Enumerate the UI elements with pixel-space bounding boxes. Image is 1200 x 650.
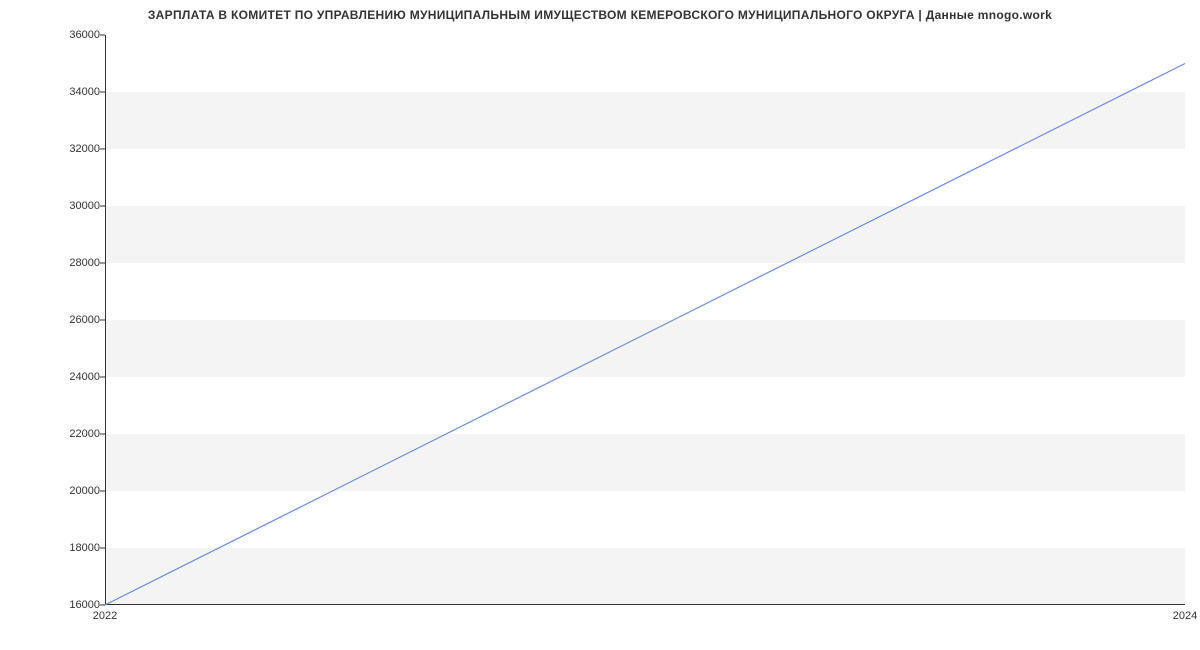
y-axis-tick-label: 24000: [40, 371, 100, 383]
y-axis-tick-label: 22000: [40, 428, 100, 440]
y-axis-tick-label: 34000: [40, 86, 100, 98]
y-axis-tick-label: 32000: [40, 143, 100, 155]
y-axis-tick-mark: [100, 548, 105, 549]
chart-container: ЗАРПЛАТА В КОМИТЕТ ПО УПРАВЛЕНИЮ МУНИЦИП…: [0, 0, 1200, 650]
y-axis-tick-mark: [100, 206, 105, 207]
line-series: [105, 64, 1185, 606]
y-axis-tick-label: 16000: [40, 599, 100, 611]
y-axis-tick-label: 30000: [40, 200, 100, 212]
chart-title: ЗАРПЛАТА В КОМИТЕТ ПО УПРАВЛЕНИЮ МУНИЦИП…: [0, 8, 1200, 22]
y-axis-tick-mark: [100, 263, 105, 264]
y-axis-tick-label: 26000: [40, 314, 100, 326]
y-axis-tick-label: 36000: [40, 29, 100, 41]
y-axis-tick-label: 28000: [40, 257, 100, 269]
y-axis-tick-mark: [100, 149, 105, 150]
x-axis-tick-label: 2024: [1173, 610, 1197, 622]
y-axis-tick-mark: [100, 491, 105, 492]
y-axis-tick-mark: [100, 35, 105, 36]
y-axis-tick-mark: [100, 92, 105, 93]
x-axis-tick-label: 2022: [93, 610, 117, 622]
y-axis-tick-mark: [100, 605, 105, 606]
y-axis-tick-label: 18000: [40, 542, 100, 554]
y-axis-tick-mark: [100, 434, 105, 435]
y-axis-tick-mark: [100, 320, 105, 321]
y-axis-tick-mark: [100, 377, 105, 378]
y-axis-tick-label: 20000: [40, 485, 100, 497]
chart-line-layer: [105, 35, 1185, 605]
